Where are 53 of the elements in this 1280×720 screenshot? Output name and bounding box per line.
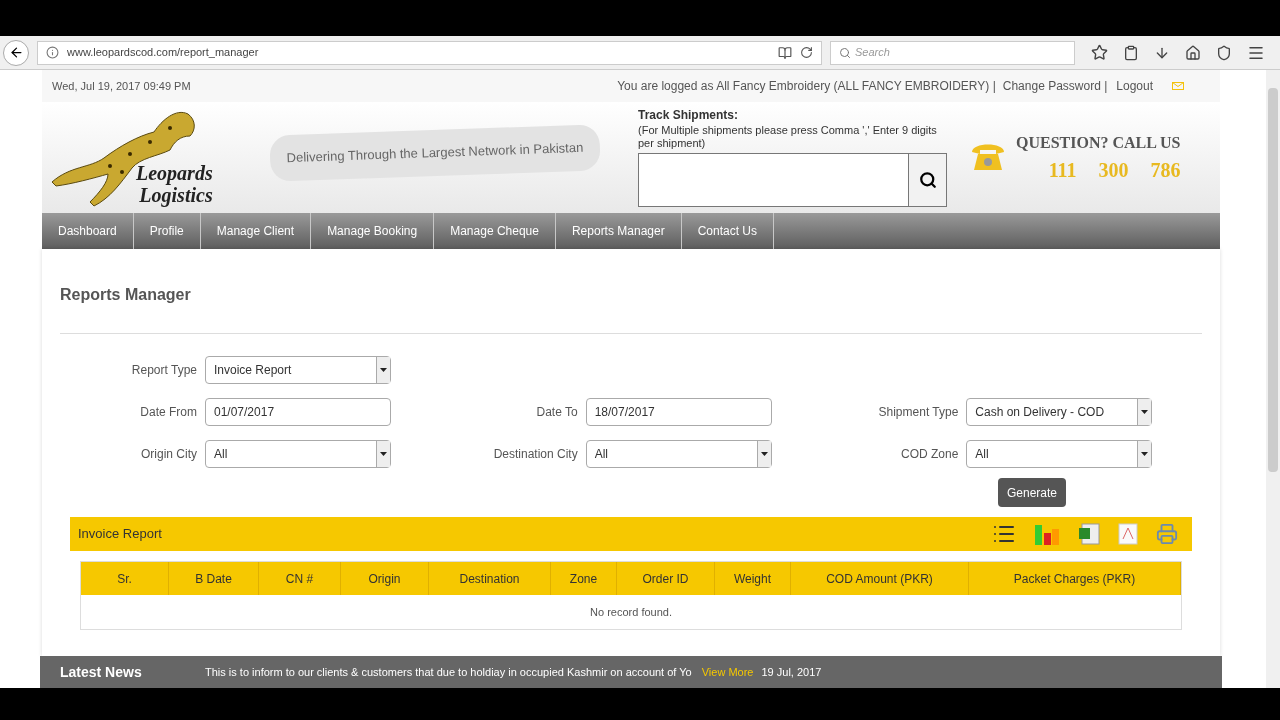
page-title: Reports Manager [60,285,192,305]
call-title: QUESTION? CALL US [1016,132,1181,153]
field-label: Origin City [140,446,198,463]
nav-item[interactable]: Contact Us [681,213,774,249]
column-header: Packet Charges (PKR) [969,562,1181,595]
field-label: Report Type [130,362,198,379]
field-label: COD Zone [900,446,960,463]
date-text: Wed, Jul 19, 2017 09:49 PM [52,78,191,94]
column-header: Destination [429,562,551,595]
phone-number: 300 [1098,157,1129,183]
column-header: Order ID [617,562,715,595]
field-label: Destination City [492,446,579,463]
dropdown[interactable]: All [966,440,1153,468]
track-hint: (For Multiple shipments please press Comma ',' Enter 9 digits per shipment) [638,124,938,150]
field-label: Date From [139,404,198,421]
report-title: Invoice Report [78,525,163,544]
generate-button[interactable]: Generate [997,478,1066,507]
empty-message: No record found. [590,604,672,620]
nav-item[interactable]: Reports Manager [555,213,682,249]
field-label: Shipment Type [877,404,960,421]
news-date: 19 Jul, 2017 [761,664,822,680]
nav-item[interactable]: Manage Booking [311,213,435,249]
dropdown[interactable]: Cash on Delivery - COD [966,398,1153,426]
header-link[interactable]: Change Password | [1002,77,1108,95]
column-header: Sr. [81,562,169,595]
news-title: Latest News [60,662,143,682]
logo-text: Leopards [136,161,213,184]
date-field[interactable]: 01/07/2017 [205,398,391,426]
view-more-link[interactable]: View More [701,663,754,681]
tagline-ribbon: Delivering Through the Largest Network in Pakistan [269,123,601,182]
address-bar[interactable]: www.leopardscod.com/report_manager [37,40,822,65]
column-header: Zone [551,562,617,595]
date-field[interactable]: 18/07/2017 [585,398,772,426]
column-header: Weight [715,562,791,595]
nav-item[interactable]: Dashboard [42,213,134,249]
url-text: www.leopardscod.com/report_manager [67,45,260,61]
nav-item[interactable]: Profile [133,213,201,249]
dropdown[interactable]: All [585,440,772,468]
column-header: CN # [259,562,341,595]
track-title: Track Shipments: [638,107,740,124]
nav-item[interactable]: Manage Cheque [434,213,556,249]
login-status-text: You are logged as All Fancy Embroidery (ALL FANCY EMBROIDERY) | [617,78,996,95]
nav-item[interactable]: Manage Client [200,213,312,249]
dropdown[interactable]: All [205,440,391,468]
phone-number: 786 [1150,157,1181,183]
column-header: B Date [169,562,259,595]
dropdown[interactable]: Invoice Report [205,356,391,384]
column-header: Origin [341,562,429,595]
news-text: This is to inform to our clients & customers that due to holdiay in occupied Kashmir on account of Yo [205,664,692,680]
header-link[interactable]: Logout [1116,77,1153,95]
phone-number: 111 [1048,157,1077,183]
column-header: COD Amount (PKR) [791,562,969,595]
field-label: Date To [535,404,579,421]
